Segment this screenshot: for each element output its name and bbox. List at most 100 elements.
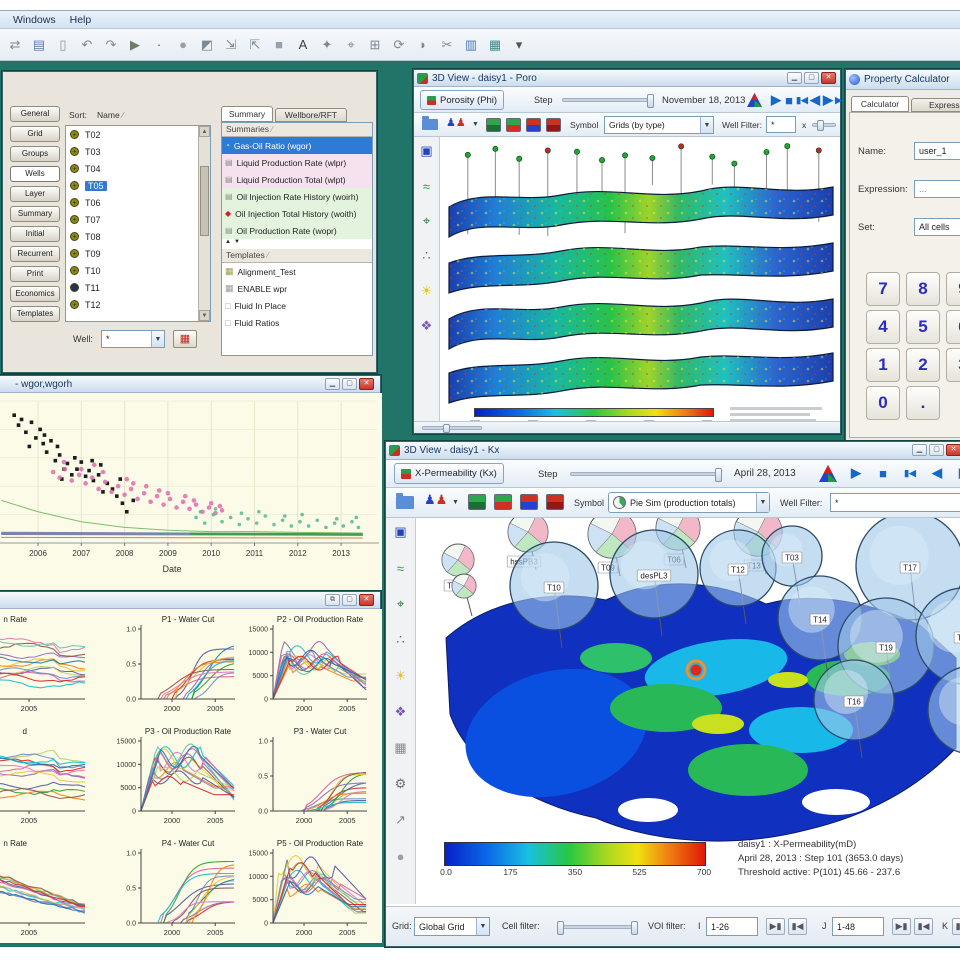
view-cube-icon[interactable]: ▣: [417, 141, 437, 161]
probe-icon[interactable]: ✦: [316, 34, 338, 56]
key-7[interactable]: 7: [866, 272, 900, 306]
i-range-input[interactable]: 1-26: [706, 917, 758, 936]
chevron-down-icon[interactable]: ▼: [700, 117, 713, 133]
tab-wellbore-rft[interactable]: Wellbore/RFT: [275, 108, 347, 122]
well-filter-combo[interactable]: * ▼: [101, 330, 165, 348]
expression-input[interactable]: ...: [914, 180, 960, 198]
restore-button[interactable]: ⧉: [325, 594, 340, 606]
step-slider-handle[interactable]: [715, 468, 722, 482]
save-icon[interactable]: ▤: [28, 34, 50, 56]
next-step-icon[interactable]: ▶: [954, 463, 960, 483]
maximize-button[interactable]: ▢: [804, 72, 819, 84]
well-list-item[interactable]: T09: [66, 245, 210, 262]
grid-combo[interactable]: Global Grid ▼: [414, 917, 490, 936]
sphere-icon[interactable]: ●: [391, 846, 411, 866]
tab-summary[interactable]: Summary: [221, 106, 273, 122]
step-slider[interactable]: [562, 94, 654, 108]
annotate-icon[interactable]: A: [292, 34, 314, 56]
well-list-item[interactable]: T12: [66, 296, 210, 313]
sidebar-tab-summary[interactable]: Summary: [10, 206, 60, 222]
tab-calculator[interactable]: Calculator: [851, 96, 909, 112]
sidebar-tab-initial[interactable]: Initial: [10, 226, 60, 242]
summary-item[interactable]: ▤ Liquid Production Rate (wlpr): [222, 154, 372, 171]
reservoir-3d-scene[interactable]: [441, 137, 841, 405]
summaries-spinner[interactable]: ▲ ▼: [222, 239, 372, 249]
sync-icon[interactable]: ⇄: [4, 34, 26, 56]
well-list-item[interactable]: T10: [66, 262, 210, 279]
close-button[interactable]: ✕: [359, 378, 374, 390]
groups-icon[interactable]: ♟♟: [424, 492, 447, 508]
points-icon[interactable]: ∴: [391, 630, 411, 650]
open-folder-icon[interactable]: [422, 116, 438, 130]
well-type-icon-1[interactable]: [468, 494, 486, 510]
key-6[interactable]: 6: [946, 310, 960, 344]
view-cube-icon[interactable]: ▣: [391, 522, 411, 542]
key-3[interactable]: 3: [946, 348, 960, 382]
symbol-combo[interactable]: Pie Sim (production totals) ▼: [608, 492, 770, 513]
zoom-in-icon[interactable]: ⇱: [244, 34, 266, 56]
cut-icon[interactable]: ✂: [436, 34, 458, 56]
well-list-item[interactable]: T04: [66, 160, 210, 177]
zoom-out-icon[interactable]: ⇲: [220, 34, 242, 56]
well-filter-input[interactable]: *: [830, 493, 960, 512]
blocks-icon[interactable]: ❖: [391, 702, 411, 722]
well-list-item[interactable]: T05: [66, 177, 210, 194]
i-prev-icon[interactable]: ▮◀: [788, 918, 807, 935]
step-slider-handle[interactable]: [647, 94, 654, 108]
maximize-button[interactable]: ▢: [929, 444, 944, 456]
close-button[interactable]: ✕: [821, 72, 836, 84]
well-filter-input[interactable]: *: [766, 116, 796, 133]
key-decimal[interactable]: .: [906, 386, 940, 420]
wells-icon[interactable]: ⌖: [417, 211, 437, 231]
key-8[interactable]: 8: [906, 272, 940, 306]
light-icon[interactable]: ☀: [391, 666, 411, 686]
mini-slider-handle[interactable]: [817, 120, 824, 131]
property-select-button[interactable]: X-Permeability (Kx): [394, 463, 504, 484]
cell-filter-handle-low[interactable]: [557, 921, 564, 935]
sidebar-tab-templates[interactable]: Templates: [10, 306, 60, 322]
template-item[interactable]: ▦ ENABLE wpr: [222, 280, 372, 297]
name-input[interactable]: user_1: [914, 142, 960, 160]
well-table-button[interactable]: ▦: [173, 330, 197, 348]
sidebar-tab-grid[interactable]: Grid: [10, 126, 60, 142]
chevron-down-icon[interactable]: ▼: [151, 331, 164, 347]
rgb-triangle-icon[interactable]: [818, 464, 838, 483]
play-icon[interactable]: ▶: [846, 463, 866, 483]
well-type-icon-4[interactable]: [546, 118, 561, 132]
j-range-input[interactable]: 1-48: [832, 917, 884, 936]
well-list-item[interactable]: T07: [66, 211, 210, 228]
menu-item-help[interactable]: Help: [63, 13, 99, 27]
sidebar-tab-recurrent[interactable]: Recurrent: [10, 246, 60, 262]
sidebar-tab-wells[interactable]: Wells: [10, 166, 60, 182]
wells-icon[interactable]: ⌖: [340, 34, 362, 56]
well-pie-symbol[interactable]: [451, 573, 477, 617]
settings-icon[interactable]: ⚙: [391, 774, 411, 794]
cell-filter-slider[interactable]: [557, 921, 638, 935]
grid-tile-icon[interactable]: ⊞: [364, 34, 386, 56]
step-slider[interactable]: [570, 468, 722, 482]
points-icon[interactable]: ∴: [417, 246, 437, 266]
more-icon[interactable]: ·: [148, 34, 170, 56]
sidebar-tab-general[interactable]: General: [10, 106, 60, 122]
set-combo[interactable]: All cells▼: [914, 218, 960, 236]
well-type-icon-2[interactable]: [494, 494, 512, 510]
well-list-item[interactable]: T11: [66, 279, 210, 296]
key-9[interactable]: 9: [946, 272, 960, 306]
key-0[interactable]: 0: [866, 386, 900, 420]
well-list-item[interactable]: T03: [66, 143, 210, 160]
menu-item-windows[interactable]: Windows: [6, 13, 63, 27]
summary-item[interactable]: ▤ Liquid Production Total (wlpt): [222, 171, 372, 188]
rgb-triangle-icon[interactable]: [746, 92, 763, 108]
stop-icon[interactable]: ■: [873, 463, 893, 483]
summary-item[interactable]: ◔ Gas-Oil Ratio (wgor): [222, 137, 372, 154]
well-type-icon-3[interactable]: [520, 494, 538, 510]
chevron-down-icon[interactable]: ▼: [476, 918, 489, 935]
i-next-icon[interactable]: ▶▮: [766, 918, 785, 935]
caret-icon[interactable]: ▾: [508, 34, 530, 56]
sidebar-tab-print[interactable]: Print: [10, 266, 60, 282]
sort-field-header[interactable]: Name ∕: [97, 110, 123, 120]
wells-scrollbar[interactable]: ▲ ▼: [198, 126, 210, 321]
stop-icon[interactable]: ■: [268, 34, 290, 56]
well-type-icon-2[interactable]: [506, 118, 521, 132]
summary-item[interactable]: ▤ Oil Injection Rate History (woirh): [222, 188, 372, 205]
